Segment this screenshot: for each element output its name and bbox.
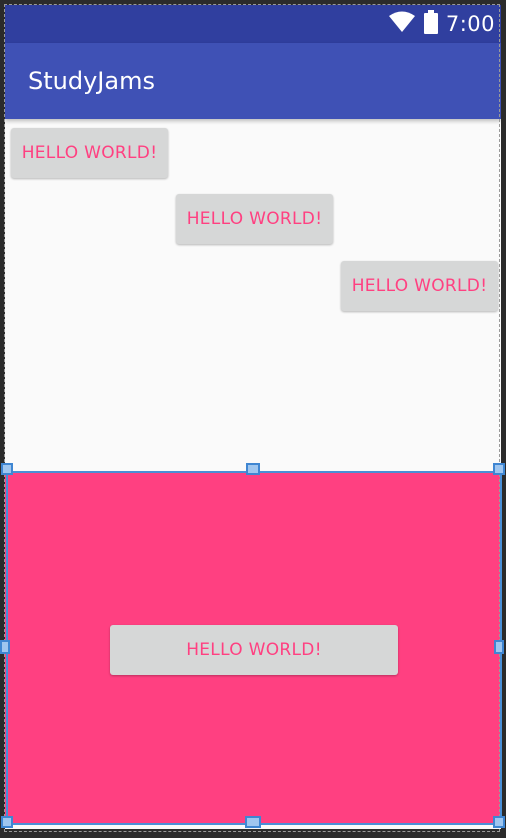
resize-handle-top-left[interactable] [1,463,13,475]
battery-icon [423,10,438,38]
hello-world-button-3[interactable]: HELLO WORLD! [341,261,498,311]
hello-world-button-4[interactable]: HELLO WORLD! [110,625,398,675]
device-screen: 7:00 StudyJams HELLO WORLD! HELLO WORLD!… [5,5,501,829]
resize-handle-right-center[interactable] [494,640,504,654]
app-title: StudyJams [28,67,155,95]
resize-handle-bottom-center[interactable] [245,816,261,828]
status-bar-right: 7:00 [388,5,495,43]
resize-handle-left-center[interactable] [0,640,10,654]
resize-handle-bottom-right[interactable] [493,816,505,828]
app-bar: StudyJams [5,43,501,119]
hello-world-button-2[interactable]: HELLO WORLD! [176,194,333,244]
status-bar: 7:00 [5,5,501,43]
hello-world-button-1[interactable]: HELLO WORLD! [11,128,168,178]
bottom-panel-layout[interactable]: HELLO WORLD! [5,471,501,823]
layout-editor-canvas: 7:00 StudyJams HELLO WORLD! HELLO WORLD!… [0,0,506,838]
wifi-icon [388,10,416,38]
status-time: 7:00 [445,12,495,36]
resize-handle-top-right[interactable] [493,463,505,475]
resize-handle-top-center[interactable] [246,463,260,475]
resize-handle-bottom-left[interactable] [1,816,13,828]
